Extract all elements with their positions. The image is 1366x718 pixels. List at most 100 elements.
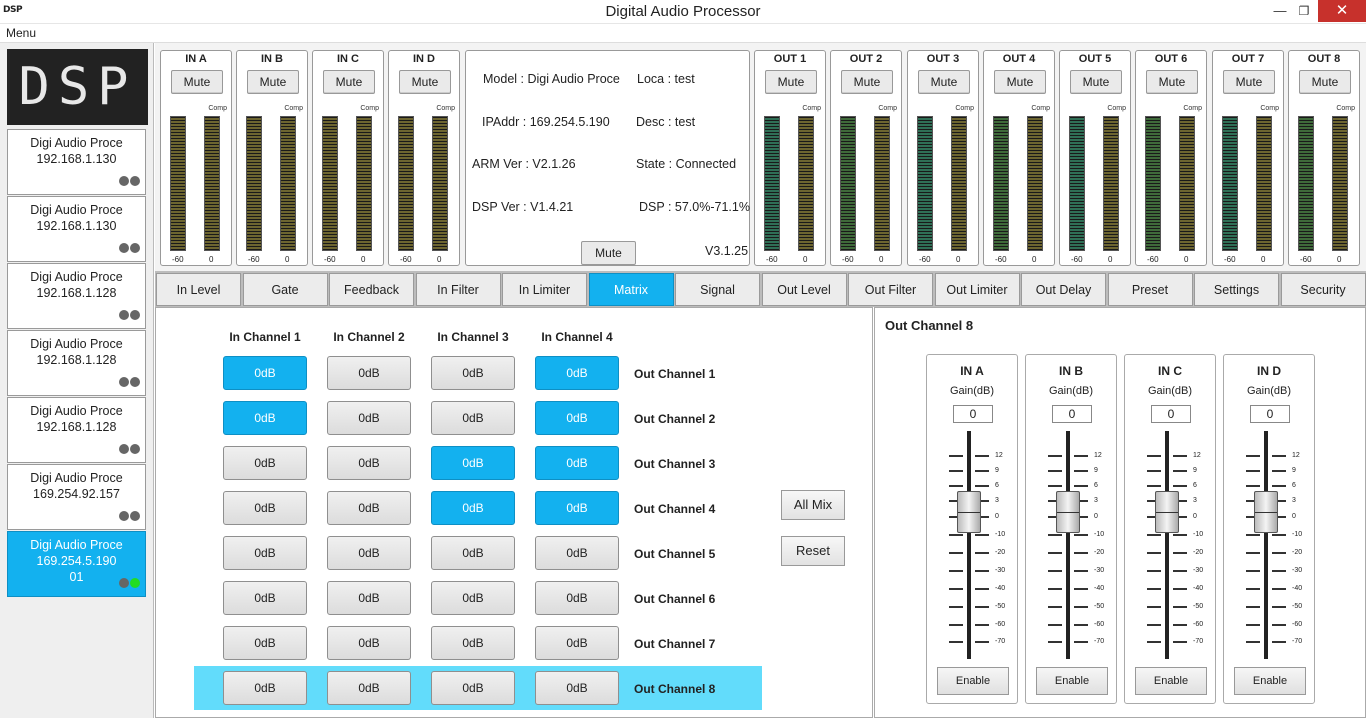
enable-button[interactable]: Enable <box>937 667 1009 695</box>
reset-button[interactable]: Reset <box>781 536 845 566</box>
mute-button-out-7[interactable]: Mute <box>1223 70 1275 94</box>
matrix-cell-out6-in4[interactable]: 0dB <box>535 581 619 615</box>
meter-min-label: -60 <box>172 255 184 264</box>
matrix-cell-out8-in4[interactable]: 0dB <box>535 671 619 705</box>
tab-in-level[interactable]: In Level <box>156 273 241 306</box>
mute-button-in-3[interactable]: Mute <box>323 70 375 94</box>
mute-button-out-6[interactable]: Mute <box>1146 70 1198 94</box>
matrix-cell-out3-in1[interactable]: 0dB <box>223 446 307 480</box>
tick-right <box>1173 534 1187 536</box>
tick-label: -20 <box>1193 549 1204 556</box>
tab-in-limiter[interactable]: In Limiter <box>502 273 587 306</box>
matrix-cell-out1-in3[interactable]: 0dB <box>431 356 515 390</box>
fader-scale-mark: 12 <box>1048 451 1112 461</box>
matrix-cell-out2-in3[interactable]: 0dB <box>431 401 515 435</box>
tick-label: 0 <box>1193 513 1197 520</box>
matrix-cell-out8-in3[interactable]: 0dB <box>431 671 515 705</box>
tab-out-filter[interactable]: Out Filter <box>848 273 933 306</box>
tab-out-delay[interactable]: Out Delay <box>1021 273 1106 306</box>
gain-input[interactable]: 0 <box>1250 405 1290 423</box>
matrix-cell-out1-in4[interactable]: 0dB <box>535 356 619 390</box>
matrix-cell-out3-in3[interactable]: 0dB <box>431 446 515 480</box>
mute-button-out-8[interactable]: Mute <box>1299 70 1351 94</box>
master-mute-button[interactable]: Mute <box>581 241 636 265</box>
matrix-cell-out7-in1[interactable]: 0dB <box>223 626 307 660</box>
matrix-cell-out3-in2[interactable]: 0dB <box>327 446 411 480</box>
tab-out-limiter[interactable]: Out Limiter <box>934 273 1020 306</box>
tab-feedback[interactable]: Feedback <box>329 273 414 306</box>
device-item[interactable]: Digi Audio Proce 192.168.1.128 <box>7 330 146 396</box>
device-item[interactable]: Digi Audio Proce 169.254.92.157 <box>7 464 146 530</box>
device-item[interactable]: Digi Audio Proce 169.254.5.190 01 <box>7 531 146 597</box>
matrix-cell-out2-in1[interactable]: 0dB <box>223 401 307 435</box>
fader-knob[interactable] <box>1155 491 1179 533</box>
matrix-cell-out1-in2[interactable]: 0dB <box>327 356 411 390</box>
meter-min-label: -60 <box>400 255 412 264</box>
matrix-row-label: Out Channel 5 <box>634 547 716 561</box>
tab-settings[interactable]: Settings <box>1194 273 1279 306</box>
matrix-cell-out2-in4[interactable]: 0dB <box>535 401 619 435</box>
matrix-cell-out7-in4[interactable]: 0dB <box>535 626 619 660</box>
mute-button-out-3[interactable]: Mute <box>918 70 970 94</box>
tick-right <box>1173 552 1187 554</box>
all-mix-button[interactable]: All Mix <box>781 490 845 520</box>
fader-knob[interactable] <box>957 491 981 533</box>
meter-min-label: -60 <box>1147 255 1159 264</box>
tab-gate[interactable]: Gate <box>242 273 328 306</box>
mute-button-out-5[interactable]: Mute <box>1070 70 1122 94</box>
close-icon[interactable]: ✕ <box>1318 0 1366 22</box>
device-item[interactable]: Digi Audio Proce 192.168.1.130 <box>7 129 146 195</box>
tab-preset[interactable]: Preset <box>1107 273 1193 306</box>
device-item[interactable]: Digi Audio Proce 192.168.1.130 <box>7 196 146 262</box>
matrix-cell-out5-in2[interactable]: 0dB <box>327 536 411 570</box>
matrix-cell-out5-in1[interactable]: 0dB <box>223 536 307 570</box>
matrix-cell-out4-in4[interactable]: 0dB <box>535 491 619 525</box>
fader-scale-mark: -50 <box>949 602 1013 612</box>
tick-left <box>1048 570 1062 572</box>
tick-left <box>1048 552 1062 554</box>
device-item[interactable]: Digi Audio Proce 192.168.1.128 <box>7 263 146 329</box>
connection-dot-icon <box>130 310 140 320</box>
matrix-cell-out4-in3[interactable]: 0dB <box>431 491 515 525</box>
enable-button[interactable]: Enable <box>1036 667 1108 695</box>
mute-button-in-1[interactable]: Mute <box>171 70 223 94</box>
matrix-cell-out6-in3[interactable]: 0dB <box>431 581 515 615</box>
device-item[interactable]: Digi Audio Proce 192.168.1.128 <box>7 397 146 463</box>
tab-security[interactable]: Security <box>1280 273 1366 306</box>
matrix-cell-out7-in2[interactable]: 0dB <box>327 626 411 660</box>
meter-max-label: 0 <box>1032 255 1037 264</box>
matrix-cell-out1-in1[interactable]: 0dB <box>223 356 307 390</box>
mute-button-in-4[interactable]: Mute <box>399 70 451 94</box>
mute-button-out-4[interactable]: Mute <box>994 70 1046 94</box>
comp-meter-bar <box>874 116 890 251</box>
tab-matrix[interactable]: Matrix <box>588 273 674 306</box>
matrix-cell-out5-in3[interactable]: 0dB <box>431 536 515 570</box>
mute-button-in-2[interactable]: Mute <box>247 70 299 94</box>
matrix-cell-out2-in2[interactable]: 0dB <box>327 401 411 435</box>
gain-input[interactable]: 0 <box>1052 405 1092 423</box>
matrix-cell-out4-in1[interactable]: 0dB <box>223 491 307 525</box>
comp-label: Comp <box>802 105 821 112</box>
matrix-cell-out8-in1[interactable]: 0dB <box>223 671 307 705</box>
matrix-cell-out6-in1[interactable]: 0dB <box>223 581 307 615</box>
enable-button[interactable]: Enable <box>1234 667 1306 695</box>
fader-knob[interactable] <box>1056 491 1080 533</box>
mute-button-out-1[interactable]: Mute <box>765 70 817 94</box>
matrix-cell-out6-in2[interactable]: 0dB <box>327 581 411 615</box>
tab-in-filter[interactable]: In Filter <box>415 273 501 306</box>
matrix-row-label: Out Channel 3 <box>634 457 716 471</box>
tab-signal[interactable]: Signal <box>675 273 760 306</box>
matrix-cell-out5-in4[interactable]: 0dB <box>535 536 619 570</box>
matrix-cell-out8-in2[interactable]: 0dB <box>327 671 411 705</box>
matrix-cell-out4-in2[interactable]: 0dB <box>327 491 411 525</box>
mute-button-out-2[interactable]: Mute <box>841 70 893 94</box>
tab-out-level[interactable]: Out Level <box>761 273 847 306</box>
gain-input[interactable]: 0 <box>953 405 993 423</box>
enable-button[interactable]: Enable <box>1135 667 1207 695</box>
matrix-cell-out3-in4[interactable]: 0dB <box>535 446 619 480</box>
maximize-icon[interactable]: ❐ <box>1290 0 1318 22</box>
matrix-cell-out7-in3[interactable]: 0dB <box>431 626 515 660</box>
gain-input[interactable]: 0 <box>1151 405 1191 423</box>
menu-item-menu[interactable]: Menu <box>6 26 36 40</box>
fader-knob[interactable] <box>1254 491 1278 533</box>
